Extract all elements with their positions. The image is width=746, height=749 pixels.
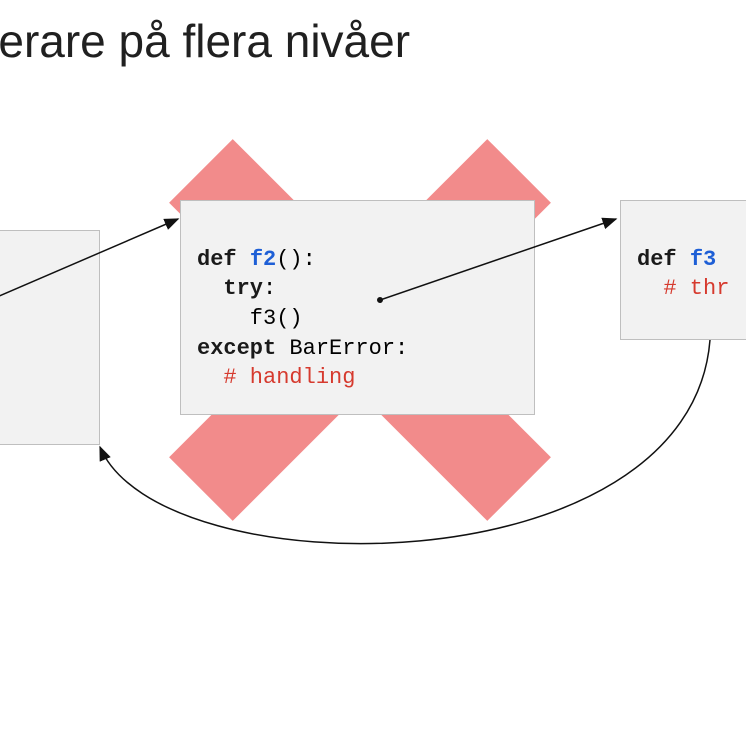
code-box-f3: def f3 # thr xyxy=(620,200,746,340)
code-box-f1: Error: g xyxy=(0,230,100,445)
code-box-f2: def f2(): try: f3() except BarError: # h… xyxy=(180,200,535,415)
slide-title: nterare på flera nivåer xyxy=(0,14,410,68)
